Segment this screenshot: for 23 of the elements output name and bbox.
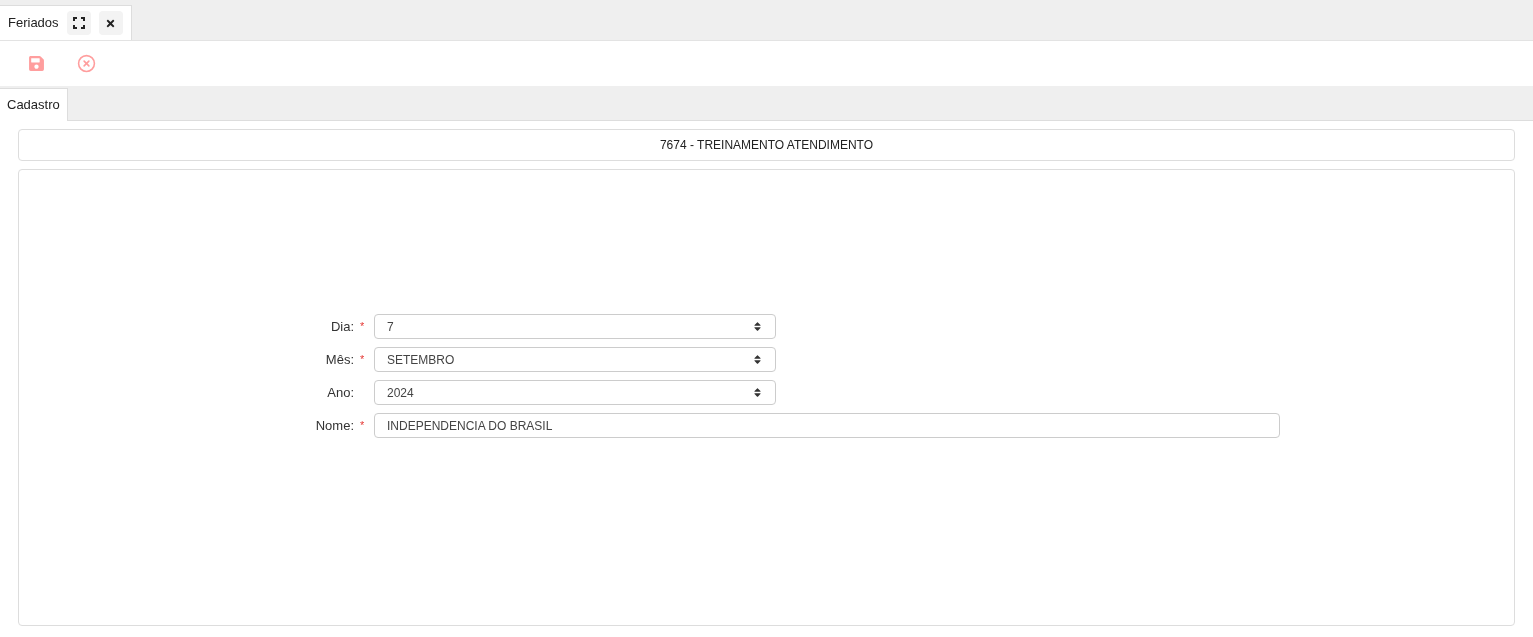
input-field[interactable]: INDEPENDENCIA DO BRASIL: [374, 413, 1280, 438]
close-button[interactable]: [98, 11, 123, 35]
field-label: Dia:: [330, 317, 354, 336]
window-tab[interactable]: Feriados: [0, 5, 132, 40]
field-label: Nome:: [315, 416, 354, 435]
sort-icon: [752, 354, 763, 365]
sort-icon: [752, 387, 763, 398]
company-header: 7674 - TREINAMENTO ATENDIMENTO: [18, 129, 1515, 161]
tab[interactable]: Cadastro: [0, 88, 68, 121]
field-label: Mês:: [325, 350, 354, 369]
cancel-icon: [77, 54, 96, 73]
field-label: Ano:: [327, 383, 354, 402]
save-icon: [28, 55, 45, 72]
required-mark: *: [360, 418, 366, 434]
close-icon: [105, 17, 117, 29]
select-field[interactable]: 7: [374, 314, 776, 339]
expand-icon: [72, 17, 85, 29]
required-mark: *: [360, 319, 366, 335]
required-mark: *: [360, 352, 366, 368]
sort-icon: [752, 321, 763, 332]
select-field[interactable]: SETEMBRO: [374, 347, 776, 372]
maximize-button[interactable]: [66, 11, 91, 35]
select-field[interactable]: 2024: [374, 380, 776, 405]
